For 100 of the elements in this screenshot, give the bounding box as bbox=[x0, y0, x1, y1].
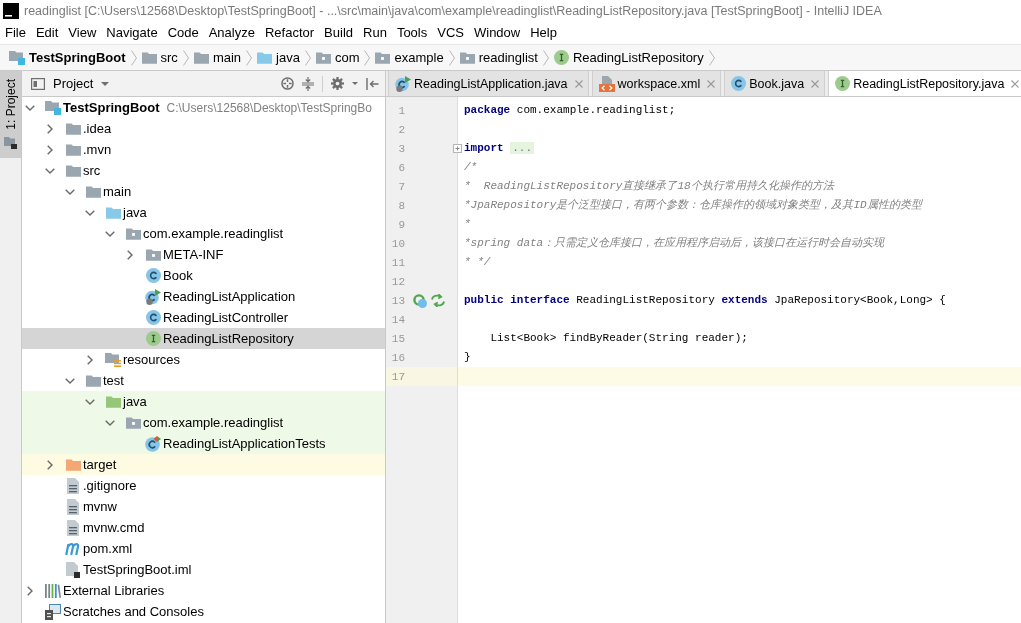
tree-item[interactable]: ReadingListApplication bbox=[22, 286, 385, 307]
tree-item[interactable]: TestSpringBoot C:\Users\12568\Desktop\TestSpringBo bbox=[22, 97, 385, 118]
breadcrumb-item[interactable]: TestSpringBoot bbox=[9, 50, 126, 65]
breadcrumb-item[interactable]: com bbox=[315, 50, 360, 65]
line-number: 8 bbox=[397, 199, 405, 212]
settings-icon[interactable] bbox=[331, 77, 344, 90]
tree-item[interactable]: test bbox=[22, 370, 385, 391]
tree-item[interactable]: ReadingListApplicationTests bbox=[22, 433, 385, 454]
line-number: 9 bbox=[397, 218, 405, 231]
line-number: 16 bbox=[390, 351, 405, 364]
chevron-down-icon[interactable] bbox=[85, 398, 95, 405]
tree-item[interactable]: Scratches and Consoles bbox=[22, 601, 385, 622]
breadcrumb-item[interactable]: ReadingListRepository bbox=[553, 50, 704, 65]
tree-item[interactable]: src bbox=[22, 160, 385, 181]
code-line: * ReadingListRepository直接继承了18个执行常用持久化操作的方法 bbox=[463, 179, 836, 194]
source-folder-icon bbox=[257, 51, 273, 64]
chevron-right-icon bbox=[542, 49, 549, 66]
tool-window-tab[interactable]: 1: Project bbox=[0, 71, 21, 158]
tree-item[interactable]: External Libraries bbox=[22, 580, 385, 601]
breadcrumb-item[interactable]: main bbox=[193, 50, 242, 65]
editor-tab[interactable]: Book.java bbox=[724, 71, 826, 96]
chevron-right-icon[interactable] bbox=[127, 249, 133, 260]
runnable-class-icon bbox=[395, 75, 411, 92]
menu-item[interactable]: File bbox=[0, 23, 31, 43]
code-line: *spring data：只需定义仓库接口，在应用程序启动后，该接口在运行时会自动实现 bbox=[463, 236, 886, 251]
tree-item[interactable]: target bbox=[22, 454, 385, 475]
chevron-down-icon[interactable] bbox=[105, 230, 115, 237]
chevron-right-icon bbox=[182, 49, 189, 66]
editor-tab[interactable]: ReadingListRepository.java bbox=[828, 71, 1021, 96]
circular-arrows-icon[interactable] bbox=[431, 294, 445, 307]
menu-item[interactable]: Refactor bbox=[259, 23, 320, 43]
breadcrumb-item[interactable]: readinglist bbox=[459, 50, 538, 65]
chevron-right-icon[interactable] bbox=[47, 459, 53, 470]
chevron-down-icon[interactable] bbox=[85, 209, 95, 216]
menu-item[interactable]: VCS bbox=[432, 23, 469, 43]
menu-item[interactable]: View bbox=[63, 23, 102, 43]
libraries-icon bbox=[45, 583, 61, 598]
ring-dot-icon[interactable] bbox=[413, 293, 427, 308]
interface-icon bbox=[553, 50, 569, 65]
runnable-class-icon bbox=[145, 288, 161, 305]
chevron-down-icon[interactable] bbox=[25, 104, 35, 111]
tree-item[interactable]: mvnw bbox=[22, 496, 385, 517]
folder-icon bbox=[141, 51, 157, 64]
tree-item[interactable]: mvnw.cmd bbox=[22, 517, 385, 538]
breadcrumb-item[interactable]: java bbox=[257, 50, 300, 65]
code-line: } bbox=[463, 350, 472, 365]
tree-item[interactable]: ReadingListController bbox=[22, 307, 385, 328]
project-view-dropdown[interactable]: Project bbox=[31, 76, 110, 91]
chevron-down-icon[interactable] bbox=[65, 188, 75, 195]
tree-item[interactable]: .mvn bbox=[22, 139, 385, 160]
menu-item[interactable]: Build bbox=[319, 23, 358, 43]
menu-item[interactable]: Analyze bbox=[203, 23, 260, 43]
chevron-right-icon[interactable] bbox=[47, 144, 53, 155]
code-line: /* bbox=[463, 160, 479, 175]
menu-item[interactable]: Navigate bbox=[101, 23, 163, 43]
editor-tab[interactable]: ReadingListApplication.java bbox=[388, 71, 589, 96]
tree-item[interactable]: TestSpringBoot.iml bbox=[22, 559, 385, 580]
menu-item[interactable]: Edit bbox=[30, 23, 64, 43]
breadcrumb-item[interactable]: example bbox=[375, 50, 444, 65]
chevron-right-icon bbox=[448, 49, 455, 66]
tree-item[interactable]: main bbox=[22, 181, 385, 202]
fold-plus-icon[interactable] bbox=[453, 144, 462, 153]
tree-item[interactable]: java bbox=[22, 202, 385, 223]
tree-item[interactable]: .gitignore bbox=[22, 475, 385, 496]
test-class-icon bbox=[145, 435, 161, 452]
locate-icon[interactable] bbox=[281, 77, 294, 90]
tree-item[interactable]: META-INF bbox=[22, 244, 385, 265]
hide-panel-icon[interactable] bbox=[366, 77, 379, 90]
chevron-down-icon[interactable] bbox=[45, 167, 55, 174]
line-number: 3 bbox=[397, 142, 405, 155]
interface-icon bbox=[835, 76, 851, 91]
line-number: 10 bbox=[390, 237, 405, 250]
chevron-right-icon[interactable] bbox=[47, 123, 53, 134]
chevron-right-icon[interactable] bbox=[27, 585, 33, 596]
collapse-all-icon[interactable] bbox=[302, 76, 314, 91]
tree-item[interactable]: pom.xml bbox=[22, 538, 385, 559]
tree-item[interactable]: .idea bbox=[22, 118, 385, 139]
close-icon[interactable] bbox=[1011, 79, 1020, 88]
tree-item[interactable]: resources bbox=[22, 349, 385, 370]
chevron-right-icon[interactable] bbox=[87, 354, 93, 365]
tree-item[interactable]: ReadingListRepository bbox=[22, 328, 385, 349]
chevron-down-icon[interactable] bbox=[105, 419, 115, 426]
code-line: package com.example.readinglist; bbox=[463, 103, 677, 118]
menu-item[interactable]: Run bbox=[358, 23, 392, 43]
menu-item[interactable]: Window bbox=[468, 23, 526, 43]
menu-item[interactable]: Tools bbox=[391, 23, 433, 43]
chevron-right-icon bbox=[304, 49, 311, 66]
caret-down-icon[interactable] bbox=[352, 82, 358, 85]
menu-item[interactable]: Code bbox=[162, 23, 204, 43]
editor-tab[interactable]: workspace.xml bbox=[591, 71, 722, 96]
menu-item[interactable]: Help bbox=[525, 23, 562, 43]
chevron-down-icon[interactable] bbox=[65, 377, 75, 384]
tree-item[interactable]: java bbox=[22, 391, 385, 412]
chevron-right-icon bbox=[246, 49, 253, 66]
package-folder-icon bbox=[125, 416, 141, 429]
tree-item[interactable]: Book bbox=[22, 265, 385, 286]
breadcrumb-item[interactable]: src bbox=[141, 50, 178, 65]
tree-item[interactable]: com.example.readinglist bbox=[22, 223, 385, 244]
tree-item[interactable]: com.example.readinglist bbox=[22, 412, 385, 433]
line-number: 6 bbox=[397, 161, 405, 174]
